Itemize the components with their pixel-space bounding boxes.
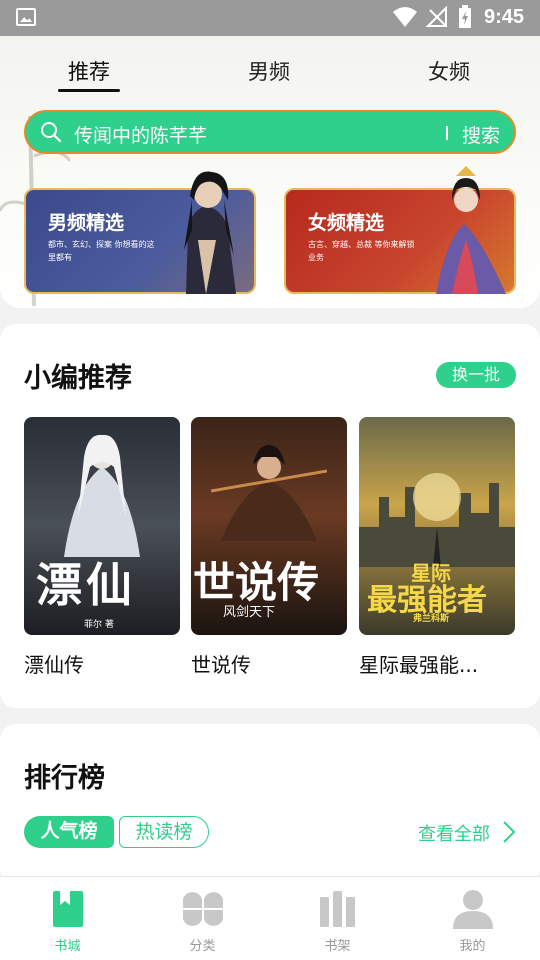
book-title[interactable]: 星际最强能... — [359, 649, 515, 678]
book-cover[interactable]: 漂仙 菲尔 著 — [24, 417, 180, 635]
book-title[interactable]: 漂仙传 — [24, 649, 180, 678]
search-button[interactable]: 搜索 — [462, 121, 500, 148]
search-divider — [446, 126, 448, 140]
male-picks-title: 男频精选 — [48, 212, 125, 234]
nav-label: 书架 — [324, 939, 351, 954]
tab-female[interactable]: 女频 — [428, 56, 470, 86]
nav-label: 书城 — [54, 939, 81, 954]
tab-recommend[interactable]: 推荐 — [68, 56, 110, 86]
nav-bookshelf[interactable]: 书架 — [270, 877, 405, 960]
search-icon — [41, 122, 62, 143]
status-time: 9:45 — [484, 6, 525, 28]
header-banner: 推荐 男频 女频 传闻中的陈芊芊 搜索 男频精选 都市、玄幻、探案 你想看的这里… — [0, 36, 540, 308]
tab-hot-reading[interactable]: 热读榜 — [119, 816, 209, 848]
book-title[interactable]: 世说传 — [191, 649, 347, 678]
cover-title: 漂仙 — [36, 558, 136, 612]
book-cover[interactable]: 星际 最强能者 弗兰科斯 — [359, 417, 515, 635]
nav-bookstore[interactable]: 书城 — [0, 877, 135, 960]
female-picks-card[interactable]: 女频精选 古言、穿越、总裁 等你来解锁业务 — [284, 166, 516, 294]
top-tabs: 推荐 男频 女频 — [0, 36, 540, 96]
gallery-notification-icon — [16, 8, 36, 26]
active-tab-indicator — [58, 89, 120, 92]
female-picks-subtitle: 古言、穿越、总裁 等你来解锁业务 — [308, 240, 415, 262]
nav-profile[interactable]: 我的 — [405, 877, 540, 960]
swap-batch-button[interactable]: 换一批 — [436, 362, 516, 388]
wifi-icon — [393, 7, 417, 27]
bookstore-icon — [53, 891, 83, 927]
search-bar[interactable]: 传闻中的陈芊芊 搜索 — [24, 110, 516, 154]
book-cover[interactable]: 世说传 风剑天下 — [191, 417, 347, 635]
book-item[interactable]: 漂仙 菲尔 著 漂仙传 — [24, 417, 180, 678]
nav-category[interactable]: 分类 — [135, 877, 270, 960]
book-item[interactable]: 世说传 风剑天下 世说传 — [191, 417, 347, 678]
profile-icon — [453, 890, 493, 929]
nav-label: 分类 — [189, 939, 216, 954]
chevron-right-icon[interactable] — [502, 820, 516, 844]
tab-male[interactable]: 男频 — [248, 56, 290, 86]
female-picks-title: 女频精选 — [308, 212, 385, 234]
nav-label: 我的 — [459, 939, 486, 954]
bookshelf-icon — [320, 891, 355, 927]
battery-charging-icon — [459, 5, 471, 28]
cover-city-illustration — [359, 473, 515, 567]
male-picks-subtitle: 都市、玄幻、探案 你想看的这里都有 — [48, 240, 155, 262]
editor-picks-title: 小编推荐 — [24, 363, 132, 394]
cover-figure-illustration — [64, 434, 140, 557]
bottom-navigation: 书城 分类 书架 我的 — [0, 876, 540, 960]
category-icon — [183, 892, 223, 926]
cover-figure-illustration — [211, 445, 327, 541]
cover-author: 弗兰科斯 — [413, 614, 450, 624]
search-placeholder[interactable]: 传闻中的陈芊芊 — [74, 121, 207, 148]
ranking-section: 排行榜 人气榜 热读榜 查看全部 — [0, 724, 540, 884]
cover-author: 菲尔 著 — [84, 620, 114, 630]
male-character-illustration — [184, 171, 236, 294]
ranking-title: 排行榜 — [24, 763, 105, 794]
book-item[interactable]: 星际 最强能者 弗兰科斯 星际最强能... — [359, 417, 515, 678]
male-picks-card[interactable]: 男频精选 都市、玄幻、探案 你想看的这里都有 — [24, 171, 256, 294]
status-bar: 9:45 — [0, 0, 540, 36]
editor-picks-section: 小编推荐 换一批 漂仙 菲尔 著 漂仙传 世说传 风剑天下 世说传 星际 最强能… — [0, 324, 540, 708]
view-all-link[interactable]: 查看全部 — [418, 820, 490, 846]
tab-popular[interactable]: 人气榜 — [24, 816, 114, 848]
no-signal-icon — [426, 6, 447, 27]
cover-author: 风剑天下 — [223, 605, 276, 620]
female-character-illustration — [436, 166, 506, 294]
